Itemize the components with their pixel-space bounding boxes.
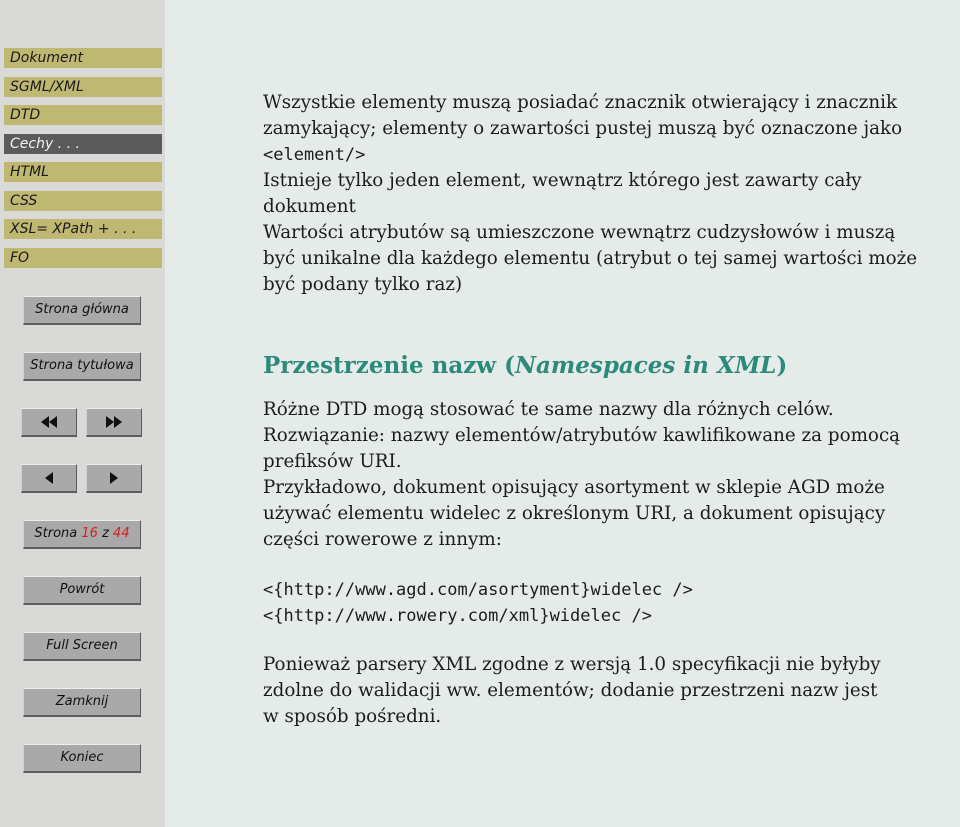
right-arrow-icon [110,471,118,484]
home-page-button[interactable]: Strona główna [23,296,141,325]
text-line: Różne DTD mogą stosować te same nazwy dl… [263,399,834,420]
text-line: używać elementu widelec z określonym URI… [263,503,886,524]
close-button[interactable]: Zamknij [23,688,141,717]
text-line: prefiksów URI. [263,451,402,472]
text-line: Wartości atrybutów są umieszczone wewnąt… [263,222,896,243]
menu-item-sgml-xml[interactable]: SGML/XML [4,76,162,97]
double-left-arrow-icon [41,414,57,429]
code-block: <{http://www.agd.com/asortyment}widelec … [263,577,960,629]
page-separator: z [102,526,109,541]
code-line: <{http://www.agd.com/asortyment}widelec … [263,580,693,600]
menu-item-dokument[interactable]: Dokument [4,48,162,68]
page-indicator: Strona 16 z 44 [23,520,141,549]
code-line: <{http://www.rowery.com/xml}widelec /> [263,606,652,626]
previous-page-button[interactable] [21,464,77,493]
back-button[interactable]: Powrót [23,576,141,605]
menu-item-css[interactable]: CSS [4,190,162,211]
navigation-sidebar: Dokument SGML/XML DTD Cechy . . . HTML C… [0,0,165,827]
text-line: być unikalne dla każdego elementu (atryb… [263,248,918,269]
menu-item-html[interactable]: HTML [4,162,162,182]
text-line: Ponieważ parsery XML zgodne z wersją 1.0… [263,654,881,675]
heading-text: ) [776,352,788,379]
code-inline: <element/> [263,145,366,165]
menu-item-xsl[interactable]: XSL= XPath + . . . [4,219,162,239]
current-page-number: 16 [81,526,98,541]
section-menu: Dokument SGML/XML DTD Cechy . . . HTML C… [4,48,162,276]
heading-text: Przestrzenie nazw ( [263,352,515,379]
text-line: być podany tylko raz) [263,274,463,295]
paragraph-parsers: Ponieważ parsery XML zgodne z wersją 1.0… [263,652,960,730]
paragraph-attributes: Wartości atrybutów są umieszczone wewnąt… [263,220,960,298]
section-heading: Przestrzenie nazw (Namespaces in XML) [263,352,787,379]
heading-italic-text: Namespaces in XML [514,352,777,379]
full-screen-button[interactable]: Full Screen [23,632,141,661]
menu-item-cechy[interactable]: Cechy . . . [4,133,162,154]
next-page-button[interactable] [86,464,142,493]
text-line: Rozwiązanie: nazwy elementów/atrybutów k… [263,425,901,446]
text-line: zamykający; elementy o zawartości pustej… [263,118,903,139]
text-line: Wszystkie elementy muszą posiadać znaczn… [263,92,898,113]
first-page-button[interactable] [21,408,77,437]
text-line: zdolne do walidacji ww. elementów; dodan… [263,680,878,701]
text-line: dokument [263,196,356,217]
page-label: Strona [34,526,78,541]
menu-item-fo[interactable]: FO [4,247,162,268]
double-right-arrow-icon [106,414,122,429]
text-line: Przykładowo, dokument opisujący asortyme… [263,477,885,498]
end-button[interactable]: Koniec [23,744,141,773]
total-pages-number: 44 [113,526,130,541]
paragraph-namespaces: Różne DTD mogą stosować te same nazwy dl… [263,397,960,553]
text-line: w sposób pośredni. [263,706,442,727]
menu-item-dtd[interactable]: DTD [4,105,162,125]
title-page-button[interactable]: Strona tytułowa [23,352,141,381]
text-line: Istnieje tylko jeden element, wewnątrz k… [263,170,862,191]
text-line: części rowerowe z innym: [263,529,502,550]
paragraph-tags: Wszystkie elementy muszą posiadać znaczn… [263,90,960,168]
paragraph-root-element: Istnieje tylko jeden element, wewnątrz k… [263,168,960,220]
last-page-button[interactable] [86,408,142,437]
left-arrow-icon [45,471,53,484]
